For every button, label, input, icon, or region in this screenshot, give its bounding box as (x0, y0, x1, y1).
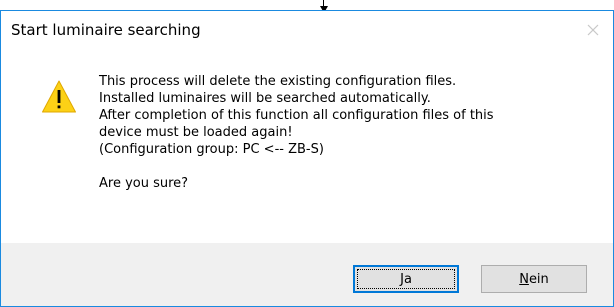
message-dialog: Start luminaire searching This process w… (0, 10, 614, 307)
close-icon (587, 24, 599, 36)
message-line: (Configuration group: PC <-- ZB-S) (99, 142, 324, 157)
screen: Start luminaire searching This process w… (0, 0, 614, 307)
yes-button[interactable]: Ja (353, 265, 459, 293)
dialog-title: Start luminaire searching (11, 21, 201, 39)
warning-icon (42, 80, 76, 113)
no-button[interactable]: Nein (481, 265, 587, 293)
focus-ring (357, 269, 455, 289)
button-bar: Ja Nein (1, 243, 613, 306)
no-mnemonic: N (519, 271, 529, 287)
close-button[interactable] (573, 11, 613, 49)
message-line: device must be loaded again! (99, 125, 293, 140)
dialog-message: This process will delete the existing co… (99, 73, 599, 192)
dialog-content: This process will delete the existing co… (1, 51, 613, 243)
message-spacer (99, 158, 599, 175)
message-line: After completion of this function all co… (99, 108, 494, 123)
confirmation-question: Are you sure? (99, 176, 189, 191)
message-line: This process will delete the existing co… (99, 74, 457, 89)
message-line: Installed luminaires will be searched au… (99, 91, 431, 106)
no-label-rest: ein (528, 271, 549, 287)
title-bar[interactable]: Start luminaire searching (1, 11, 613, 51)
